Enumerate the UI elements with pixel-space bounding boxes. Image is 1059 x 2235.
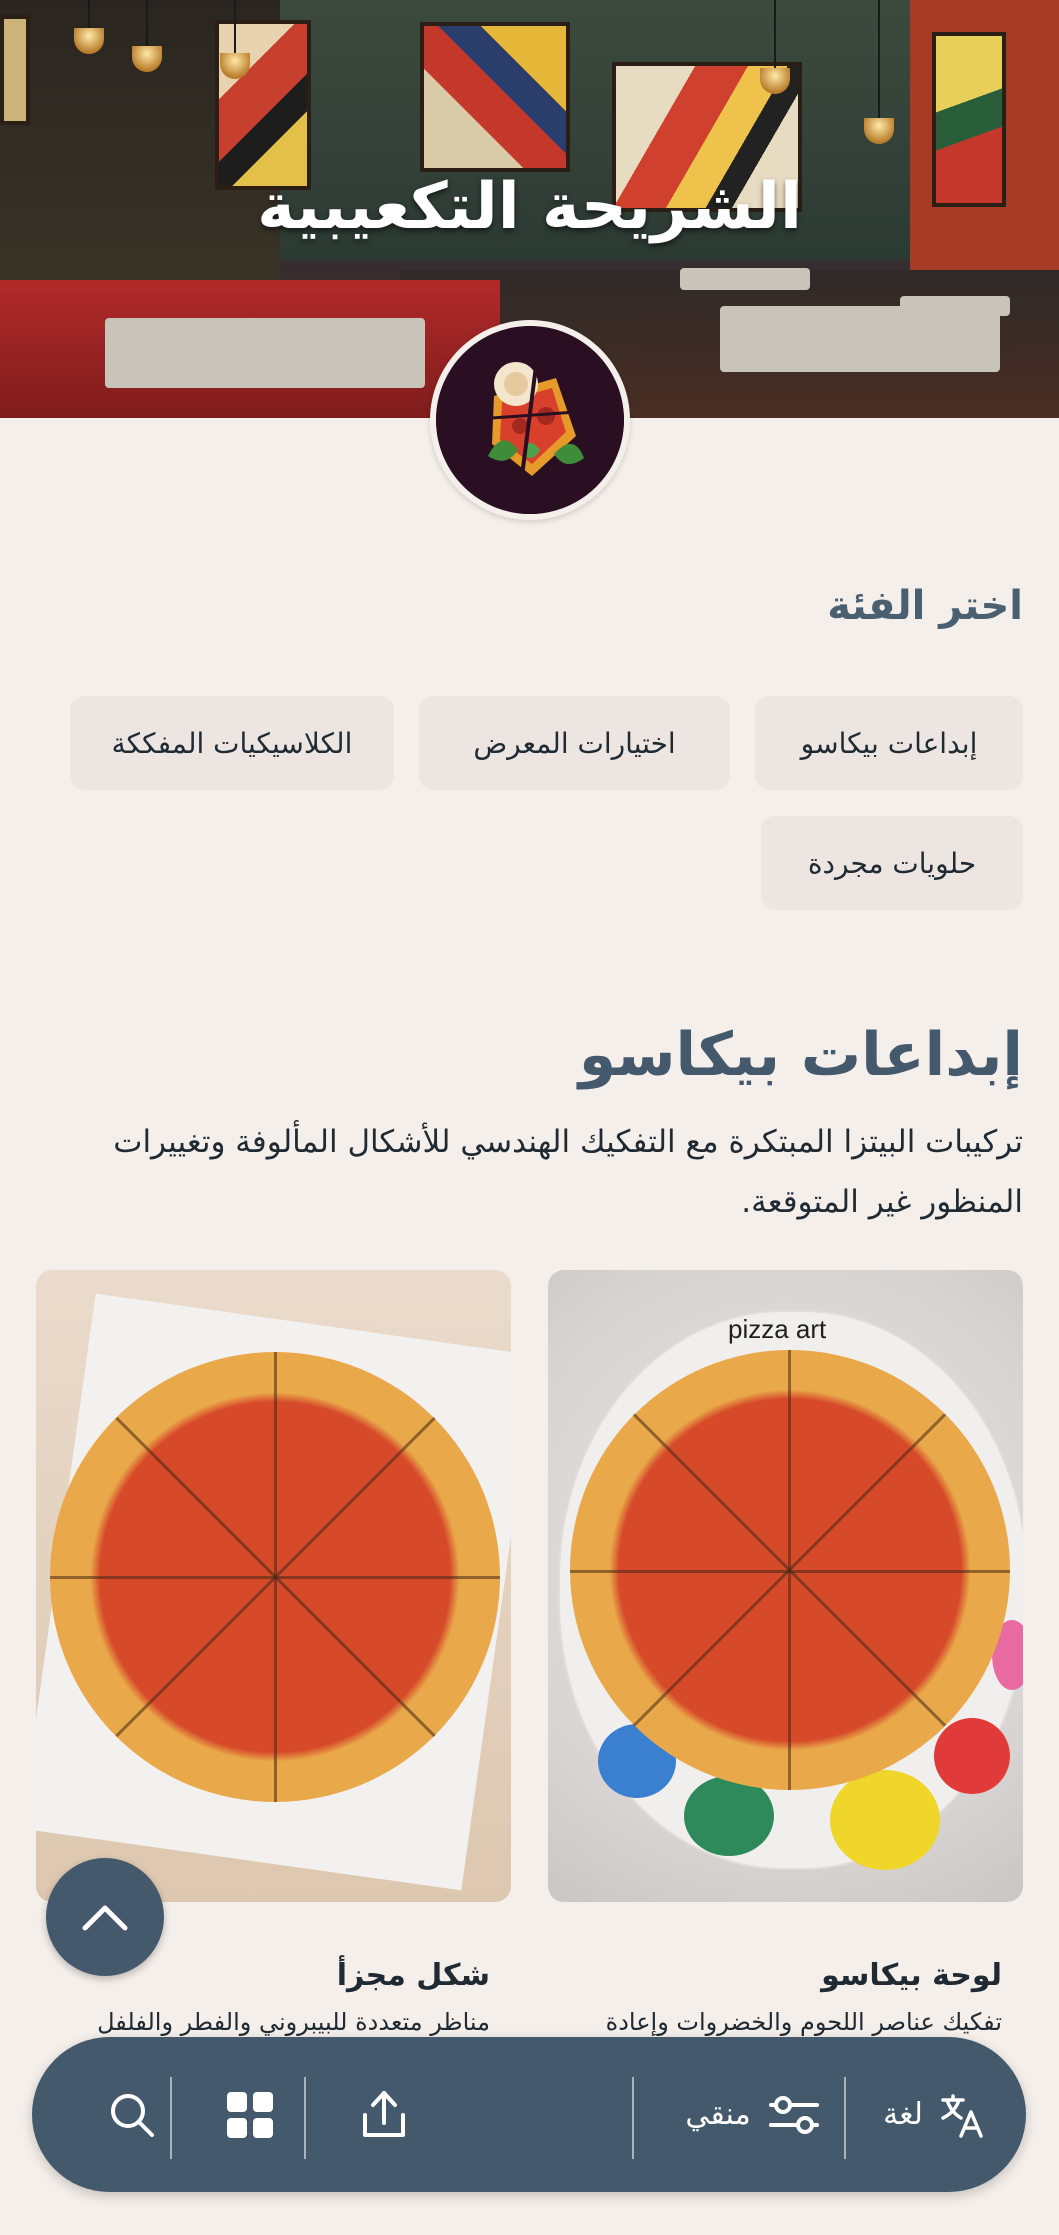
category-title: إبداعات بيكاسو	[578, 1020, 1023, 1090]
grid-icon	[227, 2091, 273, 2138]
table	[105, 318, 425, 388]
grid-view-button[interactable]	[190, 2037, 310, 2192]
toolbar-divider	[170, 2077, 172, 2159]
category-chip-label: الكلاسيكيات المفككة	[111, 726, 353, 760]
toolbar-divider	[632, 2077, 634, 2159]
language-label: لغة	[883, 2097, 923, 2132]
wall-art	[420, 22, 570, 172]
category-chip-desserts[interactable]: حلويات مجردة	[761, 816, 1023, 910]
lamp-wire	[88, 0, 90, 30]
product-name[interactable]: لوحة بيكاسو	[548, 1958, 1002, 1993]
product-description: تفكيك عناصر اللحوم والخضروات وإعادة	[605, 2008, 1002, 2036]
lamp-wire	[774, 0, 776, 70]
share-button[interactable]	[324, 2037, 444, 2192]
category-chip-label: اختيارات المعرض	[473, 726, 676, 760]
category-chip-label: حلويات مجردة	[807, 846, 977, 880]
table	[680, 268, 810, 290]
bottom-toolbar: منقي لغة	[32, 2037, 1026, 2192]
language-button[interactable]: لغة	[864, 2037, 1004, 2192]
paint-dot	[830, 1770, 940, 1870]
product-image[interactable]	[36, 1270, 511, 1902]
wall-art	[0, 15, 30, 125]
category-chip-label: إبداعات بيكاسو	[800, 726, 978, 760]
toolbar-divider	[304, 2077, 306, 2159]
translate-icon	[941, 2093, 983, 2138]
lamp-wire	[878, 0, 880, 120]
toolbar-divider	[844, 2077, 846, 2159]
filter-label: منقي	[685, 2097, 751, 2132]
filter-button[interactable]: منقي	[652, 2037, 852, 2192]
restaurant-name: الشريحة التكعيبية	[257, 170, 802, 244]
chevron-up-icon	[82, 1905, 128, 1931]
search-icon	[111, 2093, 154, 2137]
category-chip-gallery[interactable]: اختيارات المعرض	[419, 696, 730, 790]
product-image[interactable]: pizza art	[548, 1270, 1023, 1902]
search-button[interactable]	[72, 2037, 192, 2192]
category-chip-picasso[interactable]: إبداعات بيكاسو	[755, 696, 1023, 790]
product-description: مناظر متعددة للبيبروني والفطر والفلفل	[97, 2008, 490, 2036]
lamp-wire	[234, 0, 236, 55]
scroll-to-top-button[interactable]	[46, 1858, 164, 1976]
wall-art	[215, 20, 311, 190]
plate-text: pizza art	[728, 1314, 827, 1344]
lamp-wire	[146, 0, 148, 48]
category-chip-deconstructed[interactable]: الكلاسيكيات المفككة	[70, 696, 394, 790]
filter-icon	[768, 2095, 819, 2134]
paint-dot	[934, 1718, 1010, 1794]
category-description: تركيبات البيتزا المبتكرة مع التفكيك الهن…	[113, 1124, 1023, 1220]
table	[900, 296, 1010, 316]
category-heading: اختر الفئة	[827, 583, 1023, 629]
share-icon	[363, 2090, 405, 2137]
pizza-logo-icon	[436, 326, 624, 514]
restaurant-logo	[430, 320, 630, 520]
